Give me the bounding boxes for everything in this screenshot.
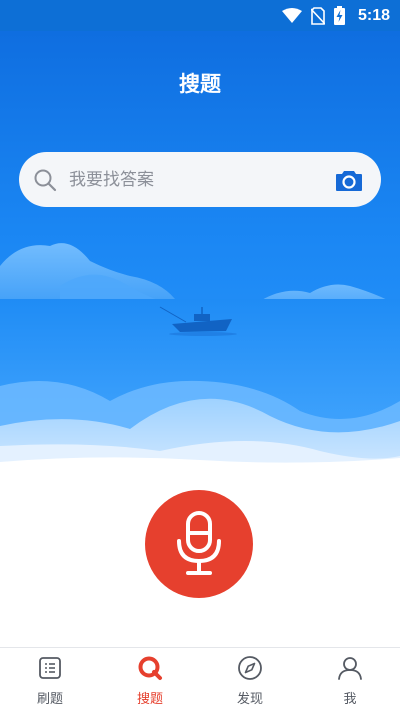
camera-icon[interactable] (335, 168, 363, 192)
wifi-icon (281, 7, 302, 23)
status-time: 5:18 (357, 6, 390, 24)
tab-discover[interactable]: 发现 (200, 648, 300, 711)
user-icon (337, 655, 363, 681)
status-bar: 5:18 (0, 0, 400, 31)
tab-label: 发现 (236, 692, 263, 707)
microphone-icon (177, 511, 221, 575)
tab-label: 我 (343, 692, 357, 707)
tab-label: 刷题 (36, 692, 63, 707)
tab-label: 搜题 (136, 692, 163, 707)
page-title: 搜题 (179, 72, 221, 96)
bottom-tab-bar: 刷题 搜题 发现 我 (0, 647, 400, 711)
hero-bottom-curve (0, 457, 400, 480)
search-icon (34, 169, 57, 191)
no-sim-icon (310, 6, 325, 25)
battery-charging-icon (333, 6, 345, 25)
search-bar[interactable] (19, 152, 381, 207)
tab-search[interactable]: 搜题 (100, 648, 200, 711)
search-ring-icon (137, 655, 163, 681)
tab-practice[interactable]: 刷题 (0, 648, 100, 711)
tab-me[interactable]: 我 (300, 648, 400, 711)
search-input[interactable] (69, 169, 335, 190)
list-icon (37, 655, 63, 681)
compass-icon (237, 655, 263, 681)
voice-search-button[interactable] (145, 490, 253, 598)
